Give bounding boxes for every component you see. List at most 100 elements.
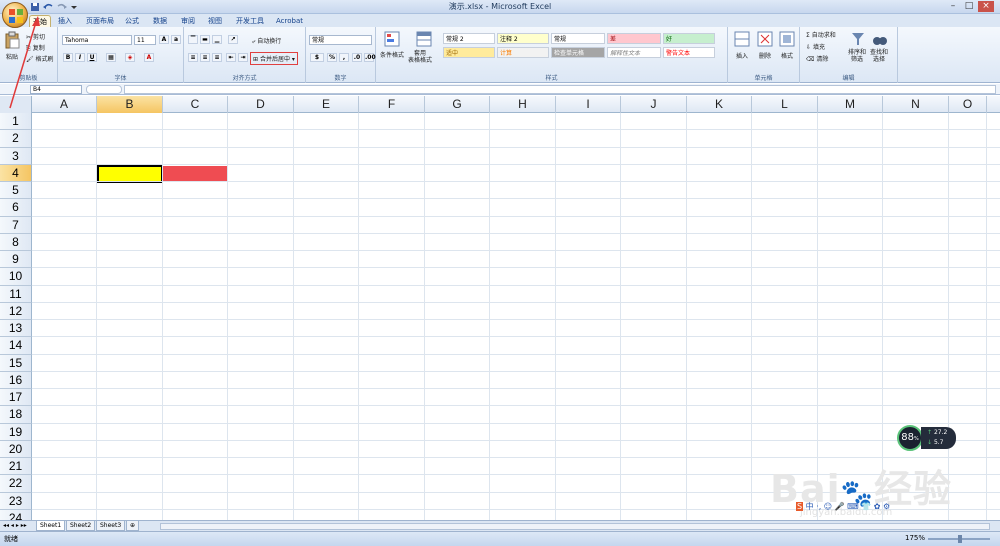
fill-button[interactable]: ⇩ 填充 (806, 42, 825, 51)
align-bottom-button[interactable]: ▁ (212, 35, 222, 44)
cell-c4-red[interactable] (163, 165, 228, 182)
column-header-n[interactable]: N (883, 96, 949, 113)
column-header-i[interactable]: I (556, 96, 621, 113)
close-button[interactable]: × (978, 1, 994, 12)
zoom-slider-handle[interactable] (958, 535, 962, 543)
column-header-b[interactable]: B (97, 96, 163, 113)
minimize-button[interactable]: – (945, 1, 961, 12)
row-header-22[interactable]: 22 (0, 475, 32, 493)
tab-acrobat[interactable]: Acrobat (276, 15, 303, 27)
underline-button[interactable]: U (87, 53, 97, 62)
align-top-button[interactable]: ▔ (188, 35, 198, 44)
percent-format-button[interactable]: % (327, 53, 337, 62)
row-header-4[interactable]: 4 (0, 164, 32, 182)
tab-data[interactable]: 数据 (153, 15, 167, 27)
style-cell-normal2[interactable]: 常规 2 (443, 33, 495, 44)
zoom-level[interactable]: 175% (905, 534, 925, 542)
increase-decimal-button[interactable]: .0 (352, 53, 362, 62)
autosum-button[interactable]: Σ 自动求和 (806, 30, 836, 39)
speed-widget[interactable]: 88% ↑ 27.2 ↓ 5.7 (897, 425, 957, 451)
grow-font-button[interactable]: A (159, 35, 169, 44)
row-header-15[interactable]: 15 (0, 354, 32, 372)
clear-button[interactable]: ⌫ 清除 (806, 54, 828, 63)
delete-cells-button[interactable] (757, 31, 773, 47)
row-header-10[interactable]: 10 (0, 268, 32, 286)
row-header-14[interactable]: 14 (0, 337, 32, 355)
decrease-decimal-button[interactable]: .00 (364, 53, 376, 62)
format-cells-button[interactable] (779, 31, 795, 47)
tab-view[interactable]: 视图 (208, 15, 222, 27)
increase-indent-button[interactable]: ⇥ (238, 53, 248, 62)
number-format-select[interactable]: 常规 (309, 35, 372, 45)
sort-filter-button[interactable] (850, 31, 866, 47)
column-header-f[interactable]: F (359, 96, 425, 113)
font-color-button[interactable]: A (144, 53, 154, 62)
column-header-k[interactable]: K (687, 96, 752, 113)
row-header-23[interactable]: 23 (0, 492, 32, 510)
column-header-j[interactable]: J (621, 96, 687, 113)
row-header-12[interactable]: 12 (0, 302, 32, 320)
sheet-tab-sheet1[interactable]: Sheet1 (36, 521, 66, 531)
sheet-tab-sheet2[interactable]: Sheet2 (66, 521, 96, 531)
office-button[interactable] (2, 2, 28, 28)
comma-format-button[interactable]: , (339, 53, 349, 62)
format-as-table-button[interactable] (416, 31, 432, 47)
row-header-5[interactable]: 5 (0, 182, 32, 200)
row-header-2[interactable]: 2 (0, 130, 32, 148)
orientation-button[interactable]: ↗ (228, 35, 238, 44)
sheet-tab-sheet3[interactable]: Sheet3 (96, 521, 126, 531)
row-header-18[interactable]: 18 (0, 406, 32, 424)
row-header-21[interactable]: 21 (0, 458, 32, 476)
row-header-8[interactable]: 8 (0, 233, 32, 251)
merge-center-button[interactable]: ⊞ 合并后居中 ▾ (250, 52, 298, 65)
row-header-6[interactable]: 6 (0, 199, 32, 217)
align-right-button[interactable]: ≡ (212, 53, 222, 62)
currency-format-button[interactable]: $ (310, 53, 324, 62)
style-cell-good[interactable]: 好 (663, 33, 715, 44)
column-header-l[interactable]: L (752, 96, 818, 113)
style-cell-warning[interactable]: 警告文本 (663, 47, 715, 58)
insert-sheet-button[interactable]: ⊕ (126, 521, 140, 531)
align-left-button[interactable]: ≡ (188, 53, 198, 62)
column-header-c[interactable]: C (163, 96, 228, 113)
tab-insert[interactable]: 插入 (58, 15, 72, 27)
maximize-button[interactable]: □ (961, 1, 977, 12)
horizontal-scrollbar[interactable] (160, 523, 990, 530)
tab-formulas[interactable]: 公式 (125, 15, 139, 27)
style-cell-bad[interactable]: 差 (607, 33, 661, 44)
font-name-select[interactable]: Tahoma (62, 35, 132, 45)
formula-input[interactable] (124, 85, 996, 94)
style-cell-explanatory[interactable]: 解释性文本 (607, 47, 661, 58)
column-header-o[interactable]: O (949, 96, 987, 113)
row-header-11[interactable]: 11 (0, 285, 32, 303)
column-header-h[interactable]: H (490, 96, 556, 113)
row-header-20[interactable]: 20 (0, 440, 32, 458)
row-header-17[interactable]: 17 (0, 389, 32, 407)
style-cell-check[interactable]: 检查单元格 (551, 47, 605, 58)
fill-color-button[interactable]: ◈ (125, 53, 135, 62)
wrap-text-button[interactable]: ⤶ 自动换行 (252, 36, 281, 46)
column-header-e[interactable]: E (294, 96, 359, 113)
border-button[interactable]: ▦ (106, 53, 116, 62)
style-cell-note2[interactable]: 注释 2 (497, 33, 549, 44)
align-center-button[interactable]: ≡ (200, 53, 210, 62)
ime-toolbar[interactable]: S 中 ·, ☺ 🎤 ⌨ 👕 ✿ ⚙ (796, 501, 916, 512)
row-header-19[interactable]: 19 (0, 423, 32, 441)
row-header-3[interactable]: 3 (0, 147, 32, 165)
worksheet-grid[interactable]: ABCDEFGHIJKLMNO 1 2 3 4 5 6 7 8 9 10 11 12 13 14 15 16 1… (0, 96, 1000, 527)
column-header-g[interactable]: G (425, 96, 490, 113)
style-cell-neutral[interactable]: 适中 (443, 47, 495, 58)
row-header-13[interactable]: 13 (0, 320, 32, 338)
find-select-button[interactable] (872, 31, 888, 47)
row-header-9[interactable]: 9 (0, 251, 32, 269)
italic-button[interactable]: I (75, 53, 85, 62)
sheet-nav-arrows[interactable]: ◂◂ ◂ ▸ ▸▸ (3, 522, 27, 529)
decrease-indent-button[interactable]: ⇤ (226, 53, 236, 62)
bold-button[interactable]: B (63, 53, 73, 62)
tab-page-layout[interactable]: 页面布局 (86, 15, 114, 27)
conditional-format-button[interactable] (384, 31, 400, 47)
row-header-7[interactable]: 7 (0, 216, 32, 234)
shrink-font-button[interactable]: a (171, 35, 181, 44)
insert-cells-button[interactable] (734, 31, 750, 47)
style-cell-normal[interactable]: 常规 (551, 33, 605, 44)
